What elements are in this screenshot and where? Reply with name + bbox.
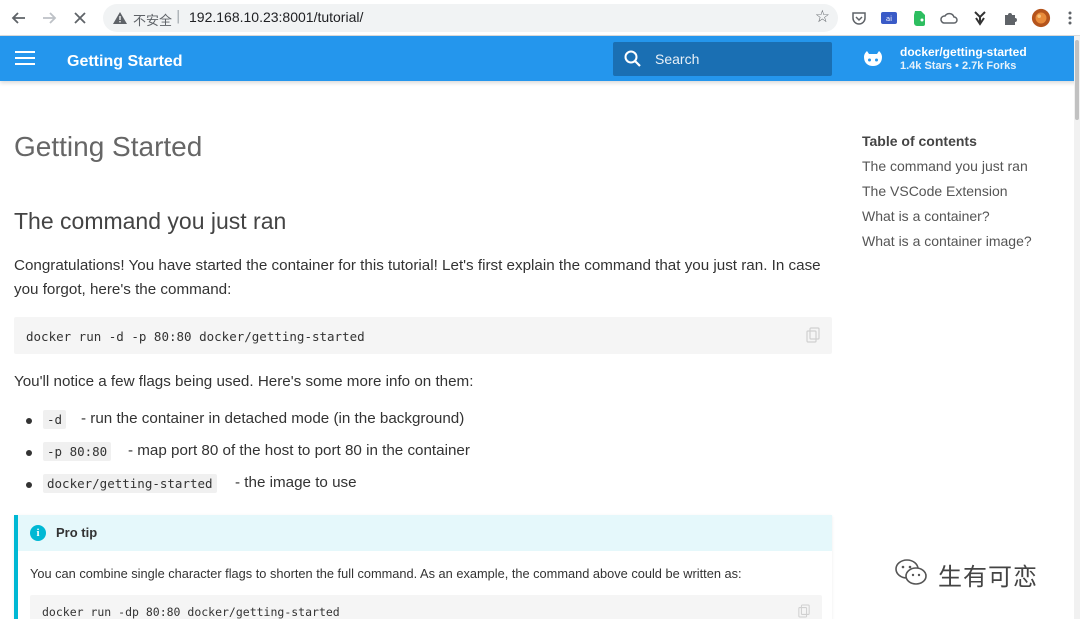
- list-item: -p 80:80 - map port 80 of the host to po…: [14, 440, 824, 472]
- browser-toolbar: 不安全 | 192.168.10.23:8001/tutorial/ ☆ ai: [0, 0, 1080, 36]
- flag-code: -p 80:80: [43, 442, 112, 461]
- repo-stats: 1.4k Stars • 2.7k Forks: [900, 60, 1017, 72]
- warning-icon: [113, 12, 127, 24]
- pro-tip-code-block: docker run -dp 80:80 docker/getting-star…: [30, 595, 822, 619]
- info-icon: i: [30, 525, 46, 541]
- copy-icon[interactable]: [806, 327, 820, 343]
- profile-avatar[interactable]: [1031, 8, 1051, 28]
- list-item: -d - run the container in detached mode …: [14, 408, 824, 440]
- bullet-dot: [26, 450, 32, 456]
- repo-name[interactable]: docker/getting-started: [900, 45, 1027, 59]
- pro-tip-title: Pro tip: [56, 525, 98, 540]
- flag-description: - map port 80 of the host to port 80 in …: [128, 442, 470, 459]
- cloud-icon[interactable]: [939, 8, 959, 28]
- site-header: Getting Started Search docker/getting-st…: [0, 36, 1078, 81]
- bullet-dot: [26, 482, 32, 488]
- pro-tip-text: You can combine single character flags t…: [30, 566, 742, 581]
- search-icon: [624, 50, 641, 67]
- browser-menu-icon[interactable]: [1060, 8, 1080, 28]
- github-icon: [864, 51, 882, 66]
- flag-code: -d: [43, 410, 67, 429]
- intro-paragraph: Congratulations! You have started the co…: [14, 257, 821, 298]
- forward-icon[interactable]: [38, 7, 60, 29]
- menu-icon[interactable]: [15, 51, 35, 65]
- command-code-block: docker run -d -p 80:80 docker/getting-st…: [14, 317, 832, 354]
- flag-description: - run the container in detached mode (in…: [81, 410, 465, 427]
- extensions-puzzle-icon[interactable]: [1000, 8, 1020, 28]
- toc-title: Table of contents: [862, 133, 977, 149]
- address-separator: |: [176, 9, 181, 24]
- toc-item-container[interactable]: What is a container?: [862, 208, 1062, 233]
- svg-text:ai: ai: [886, 15, 892, 23]
- toc-item-container-image[interactable]: What is a container image?: [862, 233, 1062, 258]
- evernote-icon[interactable]: [909, 8, 929, 28]
- scrollbar-thumb[interactable]: [1075, 40, 1079, 120]
- address-bar[interactable]: 不安全 | 192.168.10.23:8001/tutorial/ ☆: [103, 4, 838, 32]
- bullet-dot: [26, 418, 32, 424]
- command-text: docker run -d -p 80:80 docker/getting-st…: [26, 329, 365, 344]
- wechat-icon: [895, 559, 927, 585]
- flags-list: -d - run the container in detached mode …: [14, 408, 824, 504]
- flags-intro: You'll notice a few flags being used. He…: [14, 373, 474, 390]
- table-of-contents: Table of contents The command you just r…: [862, 133, 1062, 258]
- list-item: docker/getting-started - the image to us…: [14, 472, 824, 504]
- pro-tip-command: docker run -dp 80:80 docker/getting-star…: [42, 605, 340, 619]
- pro-tip-header: i Pro tip: [18, 515, 832, 551]
- section-title: The command you just ran: [14, 208, 287, 234]
- toc-item-command[interactable]: The command you just ran: [862, 158, 1062, 183]
- copy-icon[interactable]: [798, 604, 810, 618]
- translate-extension-icon[interactable]: ai: [879, 8, 899, 28]
- toc-item-vscode[interactable]: The VSCode Extension: [862, 183, 1062, 208]
- stop-loading-icon[interactable]: [69, 7, 91, 29]
- back-icon[interactable]: [8, 7, 30, 29]
- pro-tip-admonition: i Pro tip You can combine single charact…: [14, 515, 832, 619]
- flag-code: docker/getting-started: [43, 474, 217, 493]
- url-text[interactable]: 192.168.10.23:8001/tutorial/: [189, 9, 363, 25]
- page-scrollbar[interactable]: [1074, 36, 1080, 619]
- git-extension-icon[interactable]: [970, 8, 990, 28]
- site-title[interactable]: Getting Started: [67, 53, 183, 71]
- watermark: 生有可恋: [893, 555, 1053, 591]
- pocket-icon[interactable]: [849, 8, 869, 28]
- bookmark-star-icon[interactable]: ☆: [815, 7, 830, 27]
- watermark-text: 生有可恋: [938, 563, 1038, 591]
- search-box[interactable]: Search: [613, 42, 832, 76]
- flag-description: - the image to use: [235, 474, 357, 491]
- insecure-label: 不安全: [133, 14, 173, 29]
- page-title: Getting Started: [14, 131, 203, 162]
- search-placeholder[interactable]: Search: [655, 51, 699, 67]
